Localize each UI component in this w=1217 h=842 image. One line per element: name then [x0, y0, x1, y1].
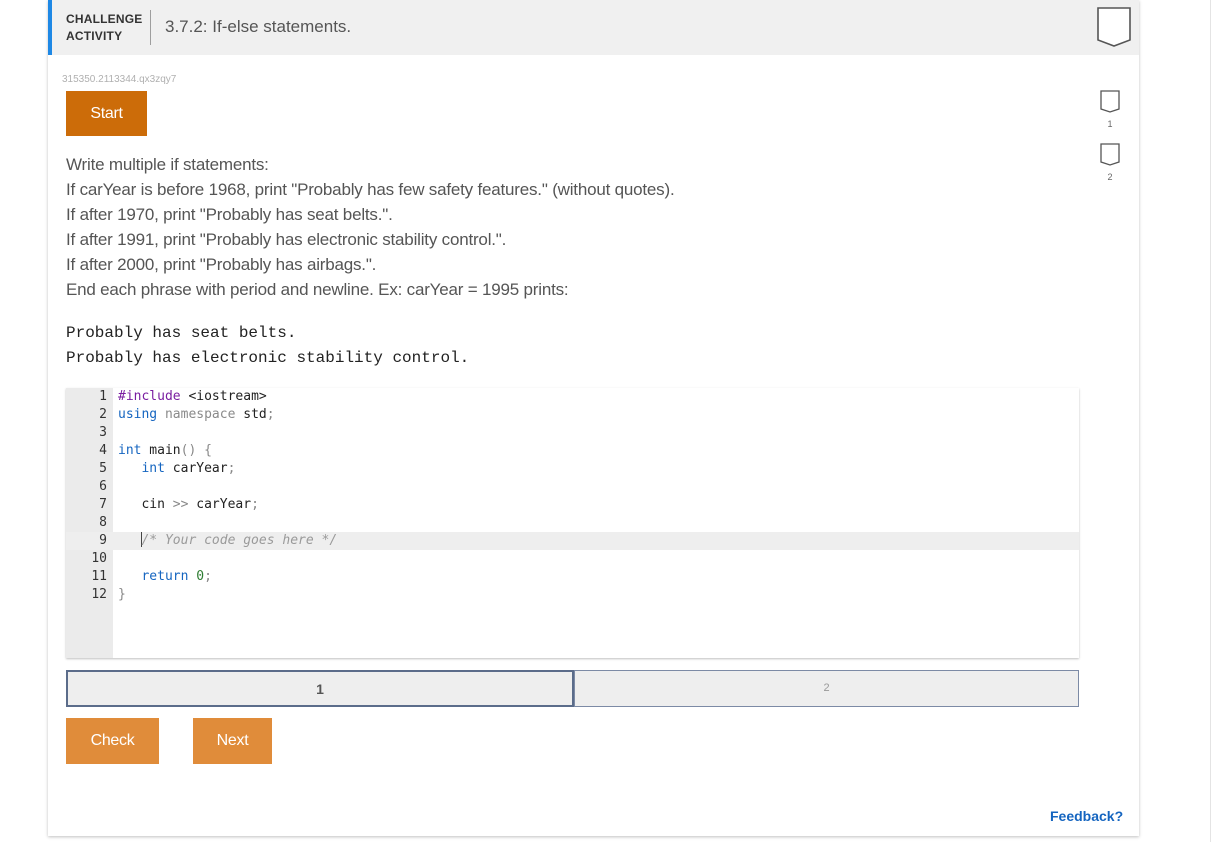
- line-number: 12: [91, 587, 107, 602]
- level-badge-icon: [1100, 90, 1120, 113]
- code-identifier: carYear: [188, 497, 252, 512]
- instruction-line: Write multiple if statements:: [66, 155, 269, 174]
- code-line-2[interactable]: 2 using namespace std;: [66, 406, 1079, 424]
- code-number: 0: [188, 569, 205, 584]
- line-number: 7: [99, 497, 107, 512]
- code-identifier: carYear: [164, 461, 228, 476]
- code-line-6[interactable]: 6: [66, 478, 1079, 496]
- line-number: 3: [99, 425, 107, 440]
- code-punctuation: }: [118, 587, 126, 602]
- code-punctuation: ;: [227, 461, 236, 476]
- level-badge-2[interactable]: 2: [1100, 143, 1120, 182]
- instruction-line: If carYear is before 1968, print "Probab…: [66, 180, 675, 199]
- code-line-12[interactable]: 12 }: [66, 586, 1079, 604]
- level-badge-number: 1: [1107, 119, 1113, 129]
- line-number: 1: [99, 389, 107, 404]
- code-operator: >>: [164, 497, 189, 512]
- example-output-line: Probably has electronic stability contro…: [66, 349, 470, 367]
- code-line-7[interactable]: 7 cin >> carYear;: [66, 496, 1079, 514]
- next-button[interactable]: Next: [193, 718, 272, 764]
- code-editor[interactable]: 1 #include <iostream> 2 using namespace …: [66, 388, 1079, 658]
- code-line-8[interactable]: 8: [66, 514, 1079, 532]
- code-identifier: main: [141, 443, 181, 458]
- line-number: 6: [99, 479, 107, 494]
- example-output: Probably has seat belts. Probably has el…: [66, 321, 469, 371]
- include-target: <iostream>: [180, 389, 267, 404]
- activity-title: 3.7.2: If-else statements.: [165, 17, 352, 36]
- code-keyword: int: [141, 461, 165, 476]
- instruction-line: If after 2000, print "Probably has airba…: [66, 255, 377, 274]
- instruction-line: If after 1991, print "Probably has elect…: [66, 230, 507, 249]
- code-punctuation: ;: [204, 569, 212, 584]
- code-keyword: namespace: [157, 407, 236, 422]
- activity-kind-line1: CHALLENGE: [66, 12, 143, 26]
- line-number: 10: [91, 551, 107, 566]
- code-line-5[interactable]: 5 int carYear;: [66, 460, 1079, 478]
- code-identifier: std: [235, 407, 267, 422]
- header-divider: [150, 10, 151, 45]
- example-output-line: Probably has seat belts.: [66, 324, 297, 342]
- completion-badge-icon: [1097, 7, 1131, 47]
- challenge-activity-card: CHALLENGE ACTIVITY 3.7.2: If-else statem…: [48, 0, 1139, 836]
- right-rule: [1210, 0, 1211, 842]
- code-line-1[interactable]: 1 #include <iostream>: [66, 388, 1079, 406]
- level-2-segment[interactable]: 2: [574, 670, 1079, 707]
- code-line-4[interactable]: 4 int main() {: [66, 442, 1079, 460]
- level-badge-number: 2: [1107, 172, 1113, 182]
- line-number: 11: [91, 569, 107, 584]
- line-number: 5: [99, 461, 107, 476]
- line-number: 2: [99, 407, 107, 422]
- code-line-3[interactable]: 3: [66, 424, 1079, 442]
- level-1-segment[interactable]: 1: [66, 670, 574, 707]
- code-punctuation: ;: [266, 407, 275, 422]
- code-line-11[interactable]: 11 return 0;: [66, 568, 1079, 586]
- activity-id: 315350.2113344.qx3zqy7: [62, 74, 177, 85]
- line-number: 8: [99, 515, 107, 530]
- level-badge-icon: [1100, 143, 1120, 166]
- code-keyword: return: [141, 569, 189, 584]
- instruction-line: If after 1970, print "Probably has seat …: [66, 205, 393, 224]
- line-number: 4: [99, 443, 107, 458]
- code-identifier: cin: [141, 497, 165, 512]
- activity-kind-label: CHALLENGE ACTIVITY: [66, 11, 146, 45]
- activity-header: CHALLENGE ACTIVITY 3.7.2: If-else statem…: [48, 0, 1139, 55]
- feedback-link[interactable]: Feedback?: [1050, 808, 1123, 824]
- instruction-line: End each phrase with period and newline.…: [66, 280, 569, 299]
- code-punctuation: ;: [251, 497, 259, 512]
- code-punctuation: () {: [180, 443, 212, 458]
- activity-kind-line2: ACTIVITY: [66, 29, 123, 43]
- code-line-9[interactable]: 9 /* Your code goes here */: [66, 532, 1079, 550]
- preprocessor-directive: #include: [118, 389, 181, 404]
- code-line-10[interactable]: 10: [66, 550, 1079, 568]
- check-button[interactable]: Check: [66, 718, 159, 764]
- instructions: Write multiple if statements: If carYear…: [66, 152, 675, 302]
- code-keyword: using: [118, 407, 158, 422]
- code-comment: /* Your code goes here */: [141, 533, 338, 548]
- level-progress-bar: 1 2: [66, 670, 1079, 707]
- code-keyword: int: [118, 443, 142, 458]
- level-badge-1[interactable]: 1: [1100, 90, 1120, 129]
- line-number: 9: [99, 533, 107, 548]
- start-button[interactable]: Start: [66, 91, 147, 136]
